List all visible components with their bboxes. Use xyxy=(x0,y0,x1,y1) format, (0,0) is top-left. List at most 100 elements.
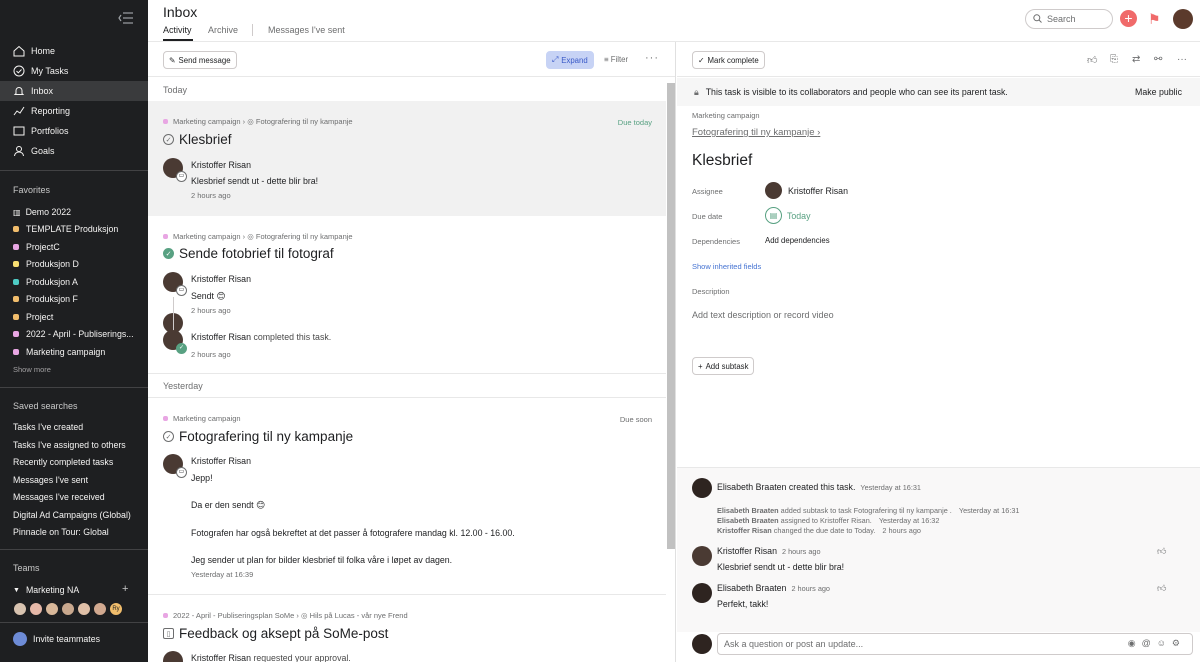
favorite-item[interactable]: Produksjon F xyxy=(13,294,143,304)
nav-goals[interactable]: Goals xyxy=(0,141,148,161)
make-public-button[interactable]: Make public xyxy=(1135,87,1182,97)
avatar[interactable] xyxy=(29,602,43,616)
nav-portfolios[interactable]: Portfolios xyxy=(0,121,148,141)
like-icon[interactable]: 👍︎ xyxy=(1087,54,1097,66)
task-title[interactable]: ▯ Feedback og aksept på SoMe-post xyxy=(163,626,388,641)
more-options-icon[interactable]: ··· xyxy=(645,52,659,64)
settings-icon[interactable]: ⚙ xyxy=(1172,638,1186,648)
avatar[interactable] xyxy=(45,602,59,616)
avatar-initials[interactable]: Ry xyxy=(109,602,123,616)
nav-reporting[interactable]: Reporting xyxy=(0,101,148,121)
show-inherited-fields-link[interactable]: Show inherited fields xyxy=(692,262,761,271)
description-input[interactable]: Add text description or record video xyxy=(692,310,834,320)
show-more-link[interactable]: Show more xyxy=(13,365,51,374)
add-dependencies-button[interactable]: Add dependencies xyxy=(765,236,830,245)
log-author[interactable]: Elisabeth Braaten xyxy=(717,516,779,525)
mention-icon[interactable]: @ xyxy=(1142,638,1157,648)
favorite-item[interactable]: Project xyxy=(13,312,143,322)
comment-author[interactable]: Kristoffer Risan xyxy=(717,546,777,556)
create-button[interactable]: + xyxy=(1120,10,1137,27)
nav-my-tasks[interactable]: My Tasks xyxy=(0,61,148,81)
parent-task-link[interactable]: Fotografering til ny kampanje xyxy=(256,232,353,241)
author-name[interactable]: Kristoffer Risan xyxy=(191,332,251,342)
favorite-item[interactable]: Produksjon D xyxy=(13,259,143,269)
upgrade-icon[interactable]: ⚑ xyxy=(1148,11,1161,28)
team-item[interactable]: ▼ Marketing NA xyxy=(13,585,79,595)
approval-icon[interactable]: ▯ xyxy=(163,628,174,639)
sidebar: Home My Tasks Inbox Reporting Portfolios… xyxy=(0,0,148,662)
favorite-item[interactable]: Produksjon A xyxy=(13,277,143,287)
log-author[interactable]: Elisabeth Braaten xyxy=(717,506,779,515)
collapse-sidebar-icon[interactable] xyxy=(118,11,134,25)
tab-messages-sent[interactable]: Messages I've sent xyxy=(268,25,345,35)
comment-icon: ▭ xyxy=(176,467,187,478)
avatar[interactable] xyxy=(61,602,75,616)
scrollbar[interactable] xyxy=(667,83,675,549)
saved-search-item[interactable]: Messages I've received xyxy=(13,492,105,502)
inbox-item[interactable]: Marketing campaign › ◎ Fotografering til… xyxy=(148,101,666,216)
complete-checkbox[interactable]: ✓ xyxy=(163,134,174,145)
add-team-member-icon[interactable]: + xyxy=(122,583,128,595)
author-name[interactable]: Kristoffer Risan xyxy=(191,274,251,284)
parent-task-link[interactable]: Fotografering til ny kampanje xyxy=(256,117,353,126)
inbox-item[interactable]: 2022 - April - Publiseringsplan SoMe › ◎… xyxy=(148,595,666,662)
expand-button[interactable]: ⤢ Expand xyxy=(546,51,594,69)
favorite-item[interactable]: ▥ Demo 2022 xyxy=(13,207,143,217)
project-link[interactable]: Marketing campaign xyxy=(173,414,241,423)
project-link[interactable]: Marketing campaign xyxy=(173,117,241,126)
favorite-item[interactable]: Marketing campaign xyxy=(13,347,143,357)
favorite-item[interactable]: 2022 - April - Publiserings... xyxy=(13,329,143,339)
inbox-item[interactable]: Marketing campaign › ◎ Fotografering til… xyxy=(148,217,666,372)
record-icon[interactable]: ◉ xyxy=(1128,638,1142,648)
assignee-field[interactable]: Kristoffer Risan xyxy=(765,182,848,199)
add-subtask-button[interactable]: + Add subtask xyxy=(692,357,755,375)
author-name[interactable]: Kristoffer Risan xyxy=(191,653,251,662)
task-title[interactable]: ✓ Sende fotobrief til fotograf xyxy=(163,246,334,261)
invite-teammates-button[interactable]: Invite teammates xyxy=(13,632,100,646)
tab-activity[interactable]: Activity xyxy=(163,25,192,35)
due-date-field[interactable]: ▤ Today xyxy=(765,207,810,224)
project-link[interactable]: 2022 - April - Publiseringsplan SoMe xyxy=(173,611,294,620)
user-avatar[interactable] xyxy=(1173,9,1193,29)
emoji-icon[interactable]: ☺ xyxy=(1157,638,1172,648)
complete-checkbox[interactable]: ✓ xyxy=(163,431,174,442)
tab-archive[interactable]: Archive xyxy=(208,25,238,35)
log-author[interactable]: Kristoffer Risan xyxy=(717,526,772,535)
parent-task-link[interactable]: Fotografering til ny kampanje › xyxy=(692,127,820,138)
mark-complete-button[interactable]: ✓ Mark complete xyxy=(692,51,765,69)
author-name[interactable]: Kristoffer Risan xyxy=(191,456,251,466)
avatar[interactable] xyxy=(13,602,27,616)
search-input[interactable]: Search xyxy=(1025,9,1113,29)
comment-input[interactable]: Ask a question or post an update... ◉@☺⚙ xyxy=(717,633,1193,655)
project-link[interactable]: Marketing campaign xyxy=(173,232,241,241)
filter-button[interactable]: ≡ Filter xyxy=(604,55,628,64)
attachment-icon[interactable]: ⎘ xyxy=(1110,54,1118,65)
subtask-icon[interactable]: ⇄ xyxy=(1132,54,1140,65)
task-title-input[interactable]: Klesbrief xyxy=(692,152,752,170)
avatar[interactable] xyxy=(93,602,107,616)
nav-home[interactable]: Home xyxy=(0,41,148,61)
task-title[interactable]: ✓ Klesbrief xyxy=(163,132,232,147)
saved-search-item[interactable]: Messages I've sent xyxy=(13,475,88,485)
task-title[interactable]: ✓ Fotografering til ny kampanje xyxy=(163,429,353,444)
saved-search-item[interactable]: Tasks I've created xyxy=(13,422,83,432)
saved-search-item[interactable]: Tasks I've assigned to others xyxy=(13,440,126,450)
saved-search-item[interactable]: Pinnacle on Tour: Global xyxy=(13,527,109,537)
favorite-item[interactable]: ProjectC xyxy=(13,242,143,252)
nav-inbox[interactable]: Inbox xyxy=(0,81,148,101)
like-icon[interactable]: 👍︎ xyxy=(1157,546,1166,557)
project-label[interactable]: Marketing campaign xyxy=(692,111,760,120)
saved-search-item[interactable]: Digital Ad Campaigns (Global) xyxy=(13,510,131,520)
inbox-item[interactable]: Marketing campaign ✓ Fotografering til ny… xyxy=(148,398,666,594)
saved-search-item[interactable]: Recently completed tasks xyxy=(13,457,113,467)
send-message-button[interactable]: ✎ Send message xyxy=(163,51,237,69)
like-icon[interactable]: 👍︎ xyxy=(1157,583,1166,594)
more-options-icon[interactable]: ··· xyxy=(1177,54,1187,65)
favorite-item[interactable]: TEMPLATE Produksjon xyxy=(13,224,143,234)
avatar[interactable] xyxy=(77,602,91,616)
completed-checkbox[interactable]: ✓ xyxy=(163,248,174,259)
link-icon[interactable]: ⚯ xyxy=(1154,54,1162,65)
author-name[interactable]: Kristoffer Risan xyxy=(191,160,251,170)
comment-author[interactable]: Elisabeth Braaten xyxy=(717,583,786,593)
parent-task-link[interactable]: Hils på Lucas - vår nye Frend xyxy=(310,611,408,620)
